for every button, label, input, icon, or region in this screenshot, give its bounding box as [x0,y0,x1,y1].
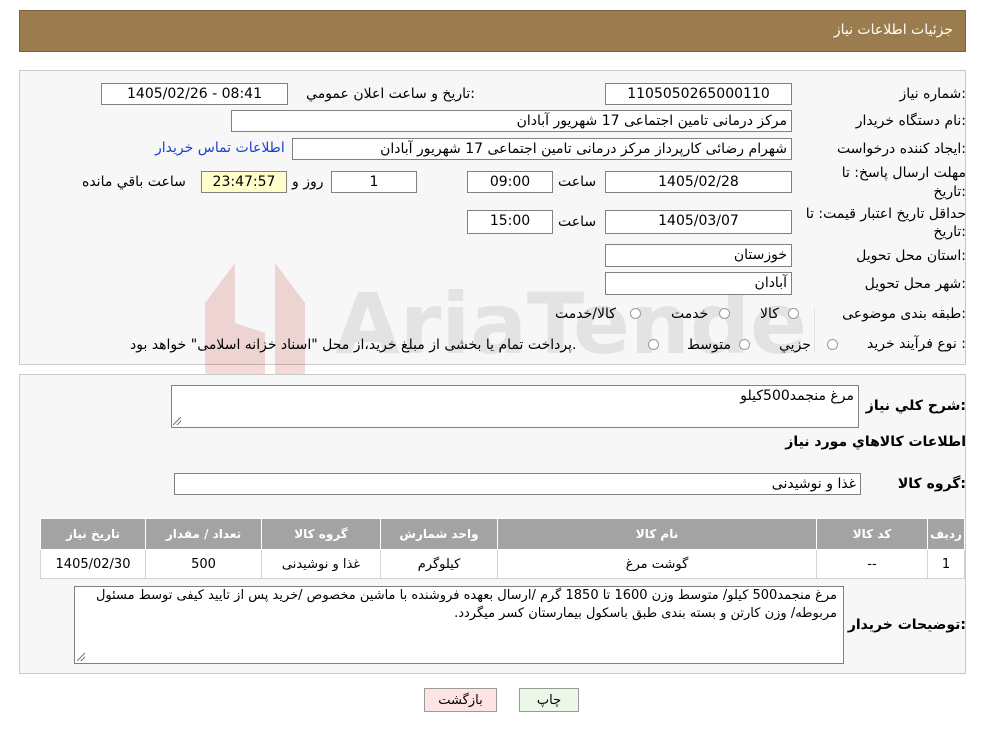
process-radio-medium[interactable] [739,339,750,350]
table-row: 1 -- گوشت مرغ کیلوگرم غذا و نوشیدنی 500 … [40,549,965,579]
cell-need-date: 1405/02/30 [40,549,146,579]
deadline-label-line1: مهلت ارسال پاسخ: تا [841,165,966,181]
creator-field: شهرام رضائی کارپرداز مرکز درمانی تامین ا… [292,138,792,160]
city-label: شهر محل تحویل: [864,276,966,292]
province-field: خوزستان [605,244,792,267]
announce-label: تاریخ و ساعت اعلان عمومي: [306,86,475,102]
deadline-time-field: 09:00 [467,171,553,193]
col-header-code: کد کالا [816,518,928,550]
process-radio-treasury[interactable] [648,339,659,350]
category-option-goods-service: کالا/خدمت [555,306,616,322]
buyer-notes-field[interactable]: مرغ منجمد500 کیلو/ متوسط وزن 1600 تا 185… [74,586,844,664]
notes-resize-handle[interactable] [77,653,85,661]
validity-date-field: 1405/03/07 [605,210,792,234]
buyer-org-label: نام دستگاه خریدار: [855,113,966,129]
category-option-service: خدمت [671,306,709,322]
col-header-row-number: رديف [927,518,965,550]
need-description-field[interactable]: مرغ منجمد500کیلو [171,385,859,428]
cell-row-number: 1 [927,549,965,579]
page-header: جزئیات اطلاعات نیاز [19,10,966,52]
cell-unit: کیلوگرم [380,549,498,579]
items-section-title: اطلاعات کالاهاي مورد نياز [785,434,966,450]
need-number-field: 1105050265000110 [605,83,792,105]
back-button[interactable]: بازگشت [424,688,497,712]
col-header-quantity: تعداد / مقدار [145,518,262,550]
validity-time-field: 15:00 [467,210,553,234]
process-option-minor: جزیي [779,337,811,353]
col-header-unit: واحد شمارش [380,518,498,550]
creator-label: ایجاد کننده درخواست: [837,141,966,157]
process-option-medium: متوسط [687,337,731,353]
category-radio-goods[interactable] [788,308,799,319]
need-number-label: شماره نیاز: [899,86,966,102]
col-header-name: نام کالا [497,518,817,550]
buyer-org-field: مرکز درمانی تامین اجتماعی 17 شهریور آباد… [231,110,792,132]
city-field: آبادان [605,272,792,295]
validity-label-line1: حداقل تاريخ اعتبار قيمت: تا [805,206,966,222]
buyer-contact-link[interactable]: اطلاعات تماس خریدار [155,140,285,156]
cell-code: -- [816,549,928,579]
days-remaining-field: 1 [331,171,417,193]
days-label: روز و [292,174,324,190]
remaining-label: ساعت باقي مانده [82,174,186,190]
category-label: طبقه بندی موضوعی: [842,306,966,322]
page-title: جزئیات اطلاعات نیاز [833,22,953,38]
goods-group-label: گروه کالا: [897,476,966,492]
cell-quantity: 500 [145,549,262,579]
items-table: رديف کد کالا نام کالا واحد شمارش گروه کا… [40,518,965,579]
cell-name: گوشت مرغ [497,549,817,579]
remaining-time-field: 23:47:57 [201,171,287,193]
deadline-date-field: 1405/02/28 [605,171,792,193]
need-description-label: شرح کلي نياز: [865,398,966,414]
category-option-goods: کالا [760,306,779,322]
validity-label-line2: تاريخ: [933,224,966,240]
goods-group-field: غذا و نوشیدنی [174,473,861,495]
cell-group: غذا و نوشیدنی [261,549,381,579]
process-radio-minor[interactable] [827,339,838,350]
process-label: نوع فرآیند خرید : [867,336,966,352]
category-radio-service[interactable] [719,308,730,319]
print-button[interactable]: چاپ [519,688,579,712]
process-treasury-note: پرداخت تمام یا بخشی از مبلغ خرید،از محل … [130,337,577,353]
validity-time-label: ساعت [558,214,597,230]
announce-datetime-field: 1405/02/26 - 08:41 [101,83,288,105]
deadline-label-line2: تاریخ: [933,184,966,200]
category-radio-goods-service[interactable] [630,308,641,319]
items-table-header-row: رديف کد کالا نام کالا واحد شمارش گروه کا… [40,518,965,550]
deadline-time-label: ساعت [558,174,597,190]
col-header-need-date: تاریخ نیاز [40,518,146,550]
col-header-group: گروه کالا [261,518,381,550]
textarea-resize-handle[interactable] [173,417,181,425]
province-label: استان محل تحویل: [856,248,966,264]
buyer-notes-label: توضیحات خریدار: [847,617,966,633]
